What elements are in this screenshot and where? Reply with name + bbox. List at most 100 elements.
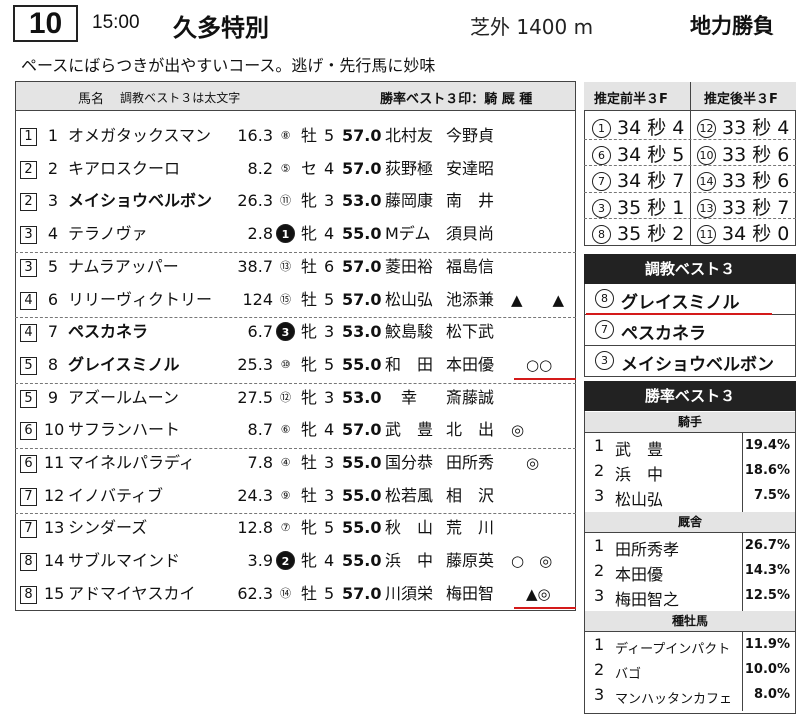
carried-weight: 57.0: [342, 158, 382, 178]
jockey-name: 松若風: [385, 485, 434, 505]
popularity-rank: ⑬: [280, 259, 291, 273]
gate-number: 8: [20, 585, 37, 604]
pace-second-entry: 10 33 秒 6: [697, 140, 789, 167]
carried-weight: 57.0: [342, 126, 382, 145]
trainer-name: 安達昭: [446, 158, 495, 178]
win-rate-row: 1 田所秀孝 26.7%: [585, 534, 795, 559]
jockey-name: 川須栄: [385, 583, 434, 603]
horse-name: マイネルパラディ: [68, 453, 195, 472]
horse-age: 4: [324, 158, 335, 178]
win-rate-rank: 2: [594, 660, 605, 679]
trainer-name: 梅田智: [446, 583, 495, 603]
table-row: 8 14 サブルマインド 3.9 2 牝 4 55.0 浜 中藤原英 ○ ◎: [15, 545, 576, 578]
odds: 2.8: [247, 224, 273, 244]
carried-weight: 55.0: [342, 485, 382, 505]
horse-sex: 牡: [301, 256, 318, 276]
trainer-name: 藤原英: [446, 551, 495, 571]
table-row: 5 9 アズールムーン 27.5 ⑫ 牝 3 53.0 幸 斎藤誠: [15, 382, 576, 415]
popularity-rank: ⑨: [280, 488, 291, 502]
popularity-rank: 3: [276, 322, 295, 342]
win-rate-marks: ◎: [511, 421, 525, 440]
header-mark-legend: 勝率ベスト３印：騎 厩 種: [380, 92, 533, 107]
win-rate-percent: 19.4%: [744, 438, 790, 453]
win-rate-rank: 2: [594, 461, 605, 480]
odds: 8.7: [247, 420, 273, 440]
row-separator: [15, 448, 576, 449]
horse-name: オメガタックスマン: [68, 126, 212, 145]
trainer-name: 斎藤誠: [446, 387, 495, 407]
table-row: 2 3 メイショウベルボン 26.3 ⑪ 牝 3 53.0 藤岡康南 井: [15, 185, 576, 218]
gate-number: 3: [20, 258, 37, 277]
win-rate-name: ディープインパクト: [615, 642, 731, 657]
race-number: 10: [13, 5, 78, 42]
trainer-name: 池添兼: [446, 289, 495, 309]
jockey-name: 和 田: [385, 354, 434, 374]
gate-number: 1: [20, 128, 37, 146]
horse-sex: 牡: [301, 485, 318, 505]
win-rate-name: マンハッタンカフェ: [615, 692, 733, 707]
win-rate-marks: ◎: [511, 454, 540, 472]
table-row: 7 13 シンダーズ 12.8 ⑦ 牝 5 55.0 秋 山荒 川: [15, 512, 576, 545]
jockey-name: 武 豊: [385, 420, 434, 440]
horse-number-badge: 13: [697, 198, 716, 218]
jockey-name: 幸: [385, 387, 418, 407]
horse-number: 11: [44, 453, 65, 472]
horse-sex: 牡: [301, 453, 318, 472]
horse-number: 12: [44, 485, 65, 505]
table-row: 1 1 オメガタックスマン 16.3 ⑧ 牡 5 57.0 北村友 今野貞: [15, 120, 576, 153]
horse-sex: 牡: [301, 126, 318, 145]
popularity-rank: ⑦: [280, 521, 291, 535]
popularity-rank: ⑤: [280, 161, 291, 175]
pace-second-time: 34 秒 0: [722, 223, 790, 245]
odds: 24.3: [237, 485, 273, 505]
gate-number: 7: [20, 520, 37, 539]
win-rate-name: 松山弘: [615, 490, 664, 509]
gate-number: 4: [20, 291, 37, 310]
pace-first-entry: 7 34 秒 7: [592, 166, 684, 193]
course-info: 芝外 1400 m: [470, 15, 594, 39]
horse-sex: 牡: [301, 583, 318, 603]
pace-row-separator: [584, 218, 796, 219]
pace-first-entry: 8 35 秒 2: [592, 219, 684, 246]
popularity-rank: ⑮: [280, 292, 291, 306]
popularity-rank: ⑪: [280, 194, 291, 208]
horse-number: 10: [44, 420, 65, 440]
horse-number-badge: 7: [595, 320, 614, 339]
win-rate-percent: 14.3%: [744, 563, 790, 578]
win-rate-rank: 3: [594, 685, 605, 704]
popularity-rank: 2: [276, 551, 295, 571]
horse-number-badge: 3: [595, 351, 614, 370]
pace-row-separator: [584, 191, 796, 193]
horse-number: 14: [44, 551, 65, 571]
carried-weight: 57.0: [342, 420, 382, 440]
pace-first-entry: 1 34 秒 4: [592, 113, 684, 140]
horse-number-badge: 11: [697, 225, 716, 244]
horse-sex: 牝: [301, 322, 318, 342]
horse-number-badge: 1: [592, 119, 611, 138]
pace-first-time: 34 秒 7: [617, 170, 685, 192]
horse-number-badge: 12: [697, 119, 716, 138]
odds: 25.3: [237, 354, 273, 374]
horse-sex: 牝: [301, 354, 318, 374]
pace-second-entry: 12 33 秒 4: [697, 113, 789, 140]
trainer-name: 田所秀: [446, 453, 495, 472]
gate-number: 7: [20, 487, 37, 506]
gate-number: 3: [20, 226, 37, 245]
jockey-name: 松山弘: [385, 289, 434, 309]
win-rate-name: バゴ: [615, 667, 642, 682]
table-row: 7 12 イノバティブ 24.3 ⑨ 牡 3 55.0 松若風相 沢: [15, 480, 576, 513]
carried-weight: 57.0: [342, 289, 382, 309]
training-best-row: 3 メイショウベルボン: [584, 346, 796, 377]
horse-number: 15: [44, 583, 65, 603]
training-best-horse: メイショウベルボン: [621, 355, 774, 375]
win-rate-row: 3 梅田智之 12.5%: [585, 584, 795, 609]
horse-sex: 牝: [301, 191, 318, 211]
highlight-underline: [586, 313, 772, 315]
win-rate-group-label: 騎手: [585, 412, 795, 433]
horse-name: ナムラアッパー: [68, 256, 179, 276]
carried-weight: 57.0: [342, 583, 382, 603]
table-row: 3 5 ナムラアッパー 38.7 ⑬ 牡 6 57.0 菱田裕 福島信: [15, 251, 576, 284]
horse-sex: 牝: [301, 551, 318, 571]
jockey-name: 鮫島駿: [385, 322, 434, 342]
row-separator: [15, 251, 576, 253]
